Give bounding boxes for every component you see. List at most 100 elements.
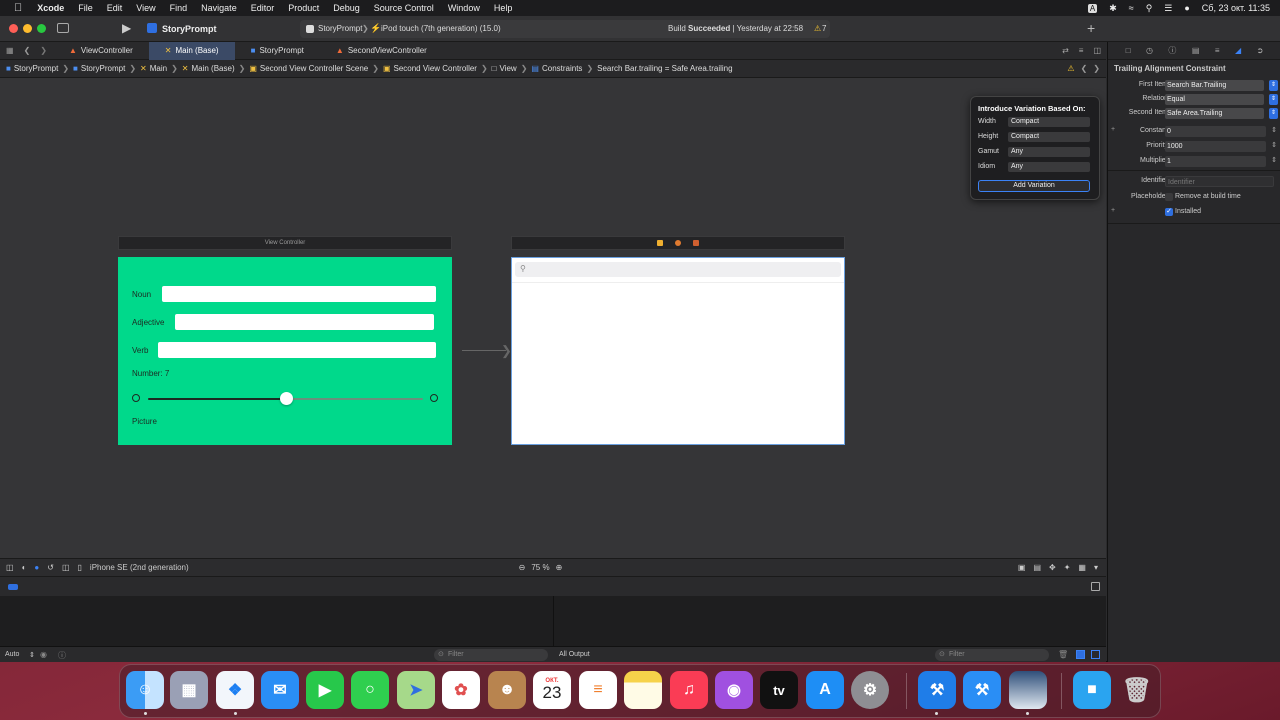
multiplier-stepper-icon[interactable]: ⇕: [1271, 156, 1277, 164]
view-controller-icon[interactable]: [657, 240, 664, 246]
variation-gamut-select[interactable]: Any: [1008, 146, 1090, 157]
zoom-window-button[interactable]: [37, 24, 46, 33]
document-outline-icon[interactable]: ◫: [0, 563, 18, 572]
first-item-chevron-icon[interactable]: ⇕: [1269, 80, 1278, 91]
attributes-inspector-icon[interactable]: ≡: [1215, 46, 1220, 55]
add-installed-variation-icon[interactable]: +: [1111, 207, 1115, 214]
view-controller-scene[interactable]: Noun Adjective Verb Number: 7 Picture: [118, 257, 452, 445]
orientation-icon[interactable]: ↺: [43, 563, 58, 572]
tab-secondviewcontroller[interactable]: ▲ SecondViewController: [320, 42, 443, 60]
photos-icon[interactable]: ✿: [442, 671, 480, 709]
constant-field[interactable]: 0: [1165, 126, 1266, 137]
add-icon[interactable]: +: [1087, 20, 1095, 36]
eye-icon[interactable]: ◉: [40, 650, 47, 659]
menu-app-name[interactable]: Xcode: [30, 0, 71, 16]
scene-header-second-view-controller[interactable]: [511, 236, 845, 250]
calendar-icon[interactable]: ОКТ. 23: [533, 671, 571, 709]
search-icon[interactable]: ⚲: [1140, 0, 1159, 16]
menu-debug[interactable]: Debug: [326, 0, 367, 16]
variables-scope-select[interactable]: Auto: [5, 651, 19, 658]
zoom-in-icon[interactable]: ⊕: [550, 563, 569, 572]
facetime-icon[interactable]: ▶: [306, 671, 344, 709]
info-icon[interactable]: ⓘ: [58, 650, 66, 661]
show-variables-icon[interactable]: [1076, 650, 1085, 659]
menu-product[interactable]: Product: [281, 0, 326, 16]
hide-debug-icon[interactable]: ▾: [1090, 563, 1106, 572]
adjective-textfield[interactable]: [175, 314, 435, 330]
menu-view[interactable]: View: [129, 0, 162, 16]
downloads-folder-icon[interactable]: ■: [1073, 671, 1111, 709]
jump-item[interactable]: ✕ Main (Base): [182, 64, 235, 73]
history-inspector-icon[interactable]: ◷: [1146, 46, 1153, 55]
file-inspector-icon[interactable]: □: [1126, 46, 1131, 55]
forward-icon[interactable]: ❯: [34, 46, 53, 55]
number-slider[interactable]: [132, 392, 439, 405]
priority-stepper-icon[interactable]: ⇕: [1271, 141, 1277, 149]
contacts-icon[interactable]: ☻: [488, 671, 526, 709]
console-filter[interactable]: ⊙ Filter: [935, 649, 1049, 661]
related-items-icon[interactable]: ⇄: [1057, 46, 1074, 55]
remove-at-build-checkbox[interactable]: [1165, 193, 1173, 201]
align-icon[interactable]: ▤: [1029, 563, 1045, 572]
messages-icon[interactable]: ○: [351, 671, 389, 709]
slider-thumb[interactable]: [279, 392, 293, 405]
sidebar-toggle-icon[interactable]: [57, 23, 69, 33]
segue-arrow[interactable]: [462, 350, 506, 351]
jump-item[interactable]: ▤ Constraints: [531, 64, 582, 73]
menu-source-control[interactable]: Source Control: [367, 0, 441, 16]
menu-file[interactable]: File: [71, 0, 100, 16]
grid-icon[interactable]: ▦: [0, 46, 20, 55]
warning-icon[interactable]: ⚠: [814, 24, 821, 33]
maps-icon[interactable]: ➤: [397, 671, 435, 709]
identity-inspector-icon[interactable]: ▤: [1192, 46, 1200, 55]
console-output-select[interactable]: All Output: [559, 651, 590, 658]
breakpoints-toggle[interactable]: [8, 584, 18, 590]
system-preferences-icon[interactable]: ⚙: [851, 671, 889, 709]
layout-icon[interactable]: ◫: [58, 563, 74, 572]
add-variation-plus-icon[interactable]: +: [1111, 126, 1115, 133]
finder-icon[interactable]: ☺: [126, 671, 164, 709]
zoom-out-icon[interactable]: ⊖: [513, 563, 532, 572]
dark-mode-icon[interactable]: ●: [30, 563, 43, 572]
second-view-controller-scene[interactable]: ⚲: [511, 257, 845, 445]
search-bar[interactable]: ⚲: [515, 262, 841, 277]
priority-field[interactable]: 1000: [1165, 141, 1266, 152]
app-store-icon[interactable]: A: [806, 671, 844, 709]
preview-icon[interactable]: [1009, 671, 1047, 709]
jump-item-current[interactable]: Search Bar.trailing = Safe Area.trailing: [597, 64, 732, 73]
add-variation-button[interactable]: Add Variation: [978, 180, 1090, 192]
run-button[interactable]: ▶: [122, 21, 131, 35]
apple-tv-icon[interactable]: tv: [760, 671, 798, 709]
input-source-icon[interactable]: A: [1082, 0, 1103, 17]
update-frames-icon[interactable]: ▣: [1014, 563, 1030, 572]
minimize-window-button[interactable]: [23, 24, 32, 33]
second-item-chevron-icon[interactable]: ⇕: [1269, 108, 1278, 119]
menu-edit[interactable]: Edit: [100, 0, 130, 16]
noun-textfield[interactable]: [162, 286, 437, 302]
jump-item[interactable]: ■ StoryPrompt: [6, 64, 58, 73]
identifier-field[interactable]: Identifier: [1165, 176, 1274, 187]
show-console-icon[interactable]: [1091, 650, 1100, 659]
jump-item[interactable]: ▣ Second View Controller: [383, 64, 477, 73]
help-inspector-icon[interactable]: ⓘ: [1168, 45, 1176, 56]
menu-help[interactable]: Help: [487, 0, 520, 16]
instruments-icon[interactable]: ⚒: [963, 671, 1001, 709]
next-issue-icon[interactable]: ❯: [1090, 64, 1106, 73]
run-destination[interactable]: iPod touch (7th generation) (15.0): [381, 24, 501, 33]
variation-height-select[interactable]: Compact: [1008, 131, 1090, 142]
bluetooth-icon[interactable]: ✱: [1103, 0, 1123, 16]
mail-icon[interactable]: ✉: [261, 671, 299, 709]
add-constraints-icon[interactable]: ✥: [1045, 563, 1060, 572]
xcode-icon[interactable]: ⚒: [918, 671, 956, 709]
relation-select[interactable]: Equal: [1165, 94, 1264, 105]
jump-item[interactable]: □ View: [492, 64, 517, 73]
second-item-select[interactable]: Safe Area.Trailing: [1165, 108, 1264, 119]
device-label[interactable]: iPhone SE (2nd generation): [86, 563, 193, 572]
notes-icon[interactable]: [624, 671, 662, 709]
scheme-target[interactable]: StoryPrompt: [318, 24, 362, 33]
menu-navigate[interactable]: Navigate: [194, 0, 244, 16]
constant-stepper-icon[interactable]: ⇕: [1271, 126, 1277, 134]
split-console-icon[interactable]: [1091, 582, 1100, 591]
first-item-select[interactable]: Search Bar.Trailing: [1165, 80, 1264, 91]
split-editor-icon[interactable]: ◫: [1088, 46, 1106, 55]
